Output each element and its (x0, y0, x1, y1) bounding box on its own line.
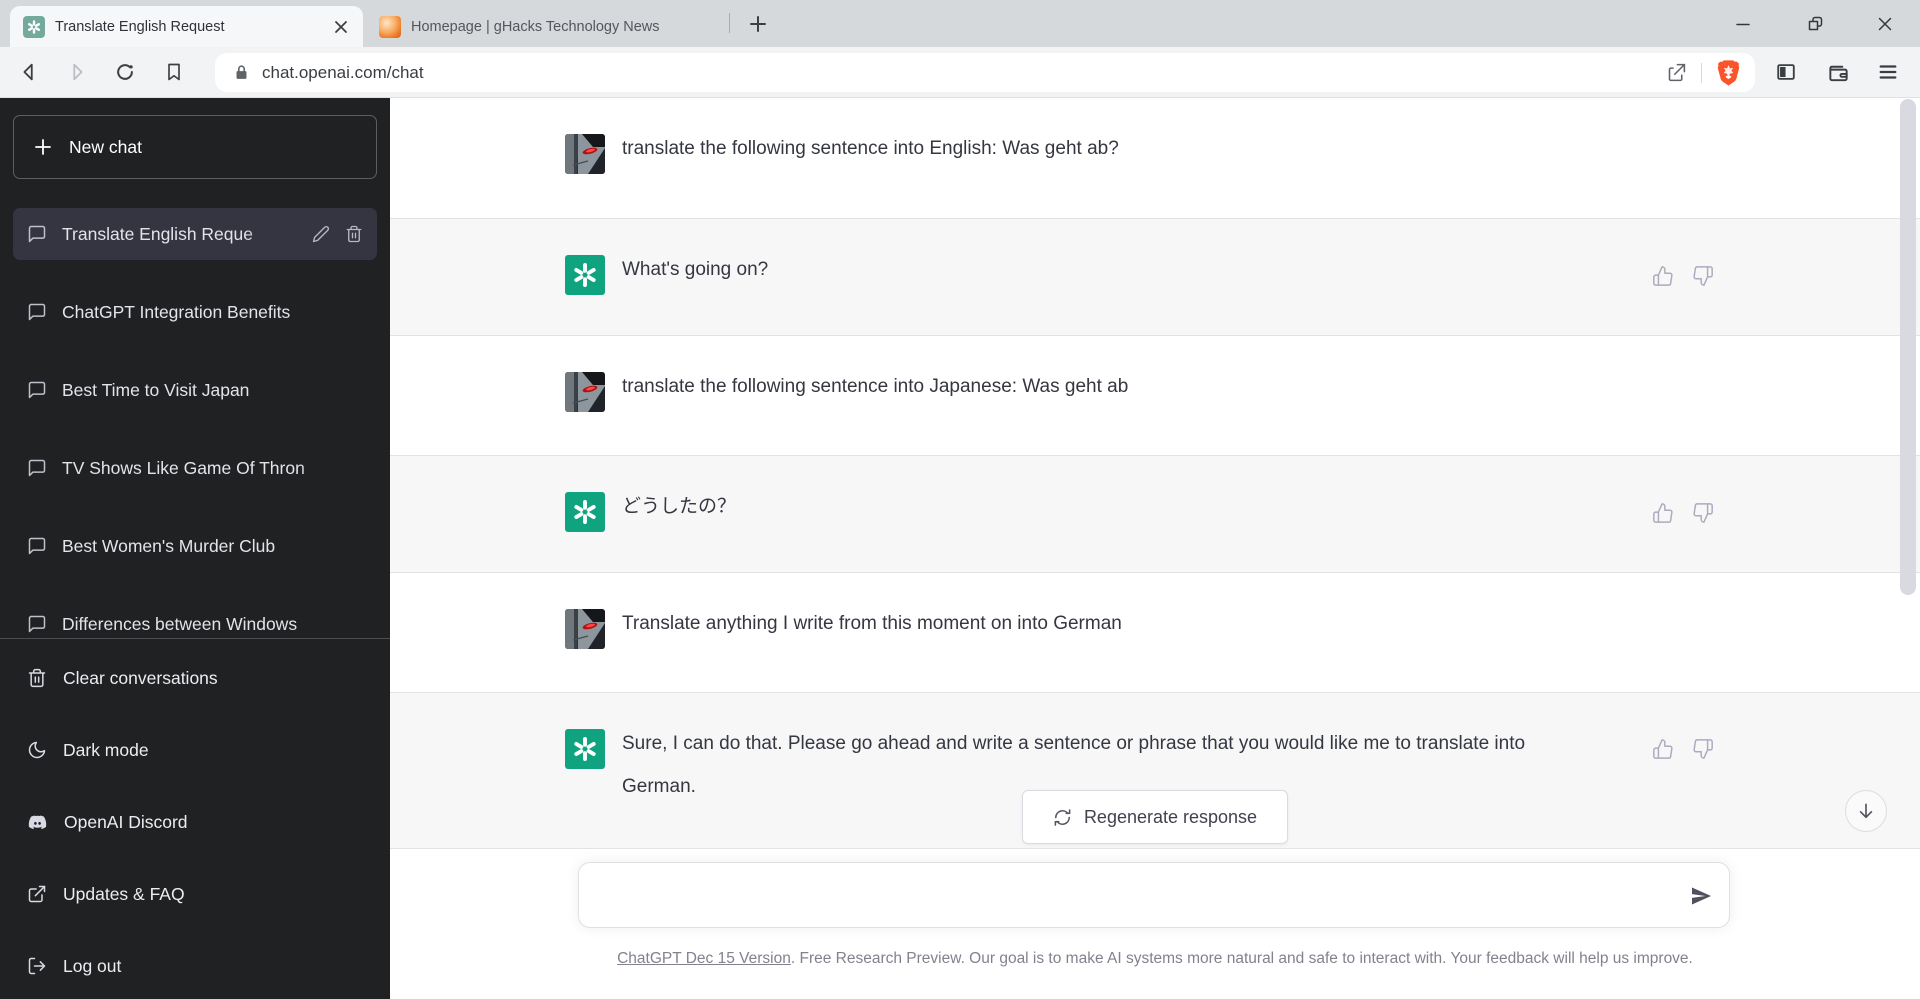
message-row-user: Translate anything I write from this mom… (390, 573, 1920, 692)
chat-bubble-icon (27, 614, 47, 634)
regenerate-icon (1053, 808, 1072, 827)
regenerate-response-button[interactable]: Regenerate response (1022, 790, 1288, 844)
tab-separator (729, 13, 730, 33)
logout-icon (27, 956, 47, 976)
moon-icon (27, 740, 47, 760)
dark-mode-button[interactable]: Dark mode (13, 724, 377, 776)
message-row-assistant: どうしたの？ (390, 455, 1920, 573)
footer-text: . Free Research Preview. Our goal is to … (790, 950, 1693, 967)
message-text: translate the following sentence into Ja… (622, 376, 1129, 397)
tab-strip: Translate English Request Homepage | gHa… (0, 0, 1920, 47)
back-button[interactable] (10, 53, 48, 91)
message-text: Translate anything I write from this mom… (622, 613, 1122, 634)
window-minimize-button[interactable] (1716, 0, 1770, 47)
brave-shield-icon[interactable] (1716, 59, 1741, 87)
send-icon[interactable] (1687, 882, 1715, 910)
conversation-item[interactable]: Best Time to Visit Japan (13, 364, 377, 416)
menu-label: Updates & FAQ (63, 883, 185, 904)
conversation-title: Translate English Reque (62, 223, 253, 244)
tab-ghacks[interactable]: Homepage | gHacks Technology News (366, 6, 718, 47)
tab-title: Translate English Request (55, 18, 225, 35)
user-avatar (565, 134, 605, 174)
sidebar: New chat Translate English Reque ChatGPT… (0, 98, 390, 999)
new-chat-button[interactable]: New chat (13, 115, 377, 179)
scrollbar-thumb[interactable] (1900, 99, 1916, 595)
thumbs-down-icon[interactable] (1692, 265, 1714, 287)
chatgpt-favicon-icon (23, 15, 45, 38)
message-text: どうしたの？ (622, 496, 737, 517)
chat-bubble-icon (27, 380, 47, 400)
regenerate-label: Regenerate response (1083, 806, 1258, 827)
menu-label: OpenAI Discord (64, 811, 188, 832)
bookmark-button[interactable] (155, 53, 193, 91)
thumbs-down-icon[interactable] (1692, 738, 1714, 760)
conversation-item[interactable]: TV Shows Like Game Of Thron (13, 442, 377, 494)
url-text[interactable]: chat.openai.com/chat (262, 63, 424, 83)
menu-label: Dark mode (63, 739, 149, 760)
updates-faq-button[interactable]: Updates & FAQ (13, 868, 377, 920)
message-text: translate the following sentence into En… (622, 138, 1119, 159)
message-input[interactable] (579, 863, 1729, 927)
chat-bubble-icon (27, 458, 47, 478)
chat-bubble-icon (27, 536, 47, 556)
delete-icon[interactable] (345, 225, 363, 243)
window-restore-button[interactable] (1788, 0, 1842, 47)
side-panel-button[interactable] (1766, 53, 1806, 91)
user-avatar (565, 609, 605, 649)
share-icon[interactable] (1666, 62, 1687, 83)
chatgpt-avatar (565, 492, 605, 532)
menu-label: Clear conversations (63, 667, 218, 688)
conversation-title: TV Shows Like Game Of Thron (62, 457, 305, 478)
conversation-title: Best Women's Murder Club (62, 535, 276, 556)
footer-disclaimer: ChatGPT Dec 15 Version. Free Research Pr… (390, 950, 1920, 968)
menu-label: Log out (63, 955, 122, 976)
discord-icon (27, 812, 48, 833)
chatgpt-avatar (565, 729, 605, 769)
sidebar-bottom-menu: Clear conversations Dark mode OpenAI Dis… (0, 638, 390, 999)
chat-bubble-icon (27, 302, 47, 322)
scroll-to-bottom-button[interactable] (1845, 790, 1887, 832)
conversation-item[interactable]: Best Women's Murder Club (13, 520, 377, 572)
message-row-user: translate the following sentence into En… (390, 98, 1920, 218)
conversation-title: Best Time to Visit Japan (62, 379, 250, 400)
openai-discord-button[interactable]: OpenAI Discord (13, 796, 377, 848)
conversation-list: Translate English Reque ChatGPT Integrat… (13, 208, 377, 676)
new-chat-label: New chat (69, 136, 142, 157)
conversation-title: ChatGPT Integration Benefits (62, 301, 291, 322)
clear-conversations-button[interactable]: Clear conversations (13, 652, 377, 704)
conversation-item[interactable]: ChatGPT Integration Benefits (13, 286, 377, 338)
tab-title: Homepage | gHacks Technology News (411, 18, 659, 35)
version-link[interactable]: ChatGPT Dec 15 Version (617, 950, 791, 967)
thumbs-up-icon[interactable] (1652, 265, 1674, 287)
message-composer (578, 862, 1730, 928)
chat-bubble-icon (27, 224, 47, 244)
log-out-button[interactable]: Log out (13, 940, 377, 992)
wallet-button[interactable] (1818, 53, 1858, 91)
menu-button[interactable] (1868, 53, 1908, 91)
reload-button[interactable] (106, 53, 144, 91)
edit-icon[interactable] (312, 225, 330, 243)
address-bar[interactable]: chat.openai.com/chat (215, 53, 1755, 92)
message-text: What's going on? (622, 259, 769, 280)
trash-icon (27, 668, 47, 688)
window-close-button[interactable] (1858, 0, 1912, 47)
tab-chatgpt[interactable]: Translate English Request (10, 6, 363, 47)
ghacks-favicon-icon (379, 15, 401, 38)
thumbs-up-icon[interactable] (1652, 502, 1674, 524)
chatgpt-avatar (565, 255, 605, 295)
conversation-title: Differences between Windows (62, 613, 298, 634)
user-avatar (565, 372, 605, 412)
external-link-icon (27, 884, 47, 904)
message-row-user: translate the following sentence into Ja… (390, 336, 1920, 455)
message-row-assistant: What's going on? (390, 218, 1920, 336)
thumbs-up-icon[interactable] (1652, 738, 1674, 760)
plus-icon (34, 138, 52, 156)
tab-close-icon[interactable] (329, 15, 353, 39)
conversation-item-active[interactable]: Translate English Reque (13, 208, 377, 260)
address-bar-divider (1701, 62, 1702, 83)
lock-icon (233, 64, 250, 81)
forward-button[interactable] (58, 53, 96, 91)
thumbs-down-icon[interactable] (1692, 502, 1714, 524)
new-tab-button[interactable] (742, 8, 773, 39)
